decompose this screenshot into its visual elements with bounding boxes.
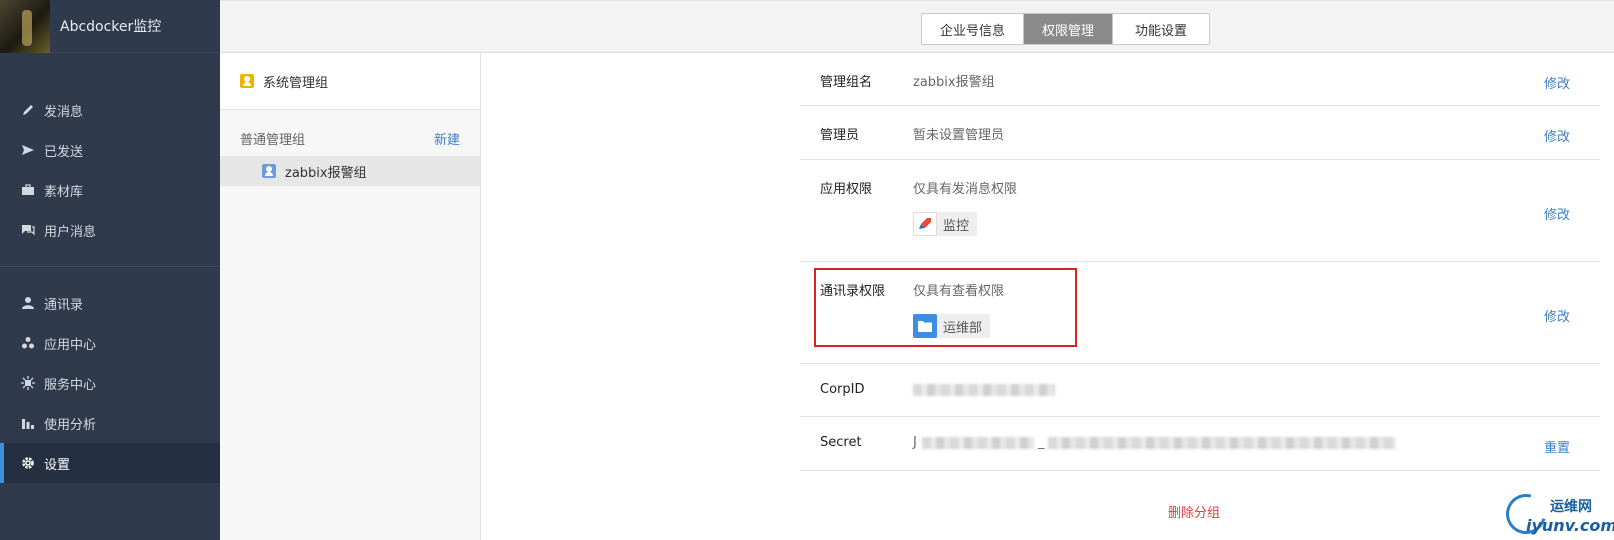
person-icon (20, 295, 36, 311)
department-chip: 运维部 (913, 314, 991, 338)
delete-group-button[interactable]: 删除分组 (1168, 502, 1220, 521)
brand-name: Abcdocker监控 (60, 19, 162, 35)
detail-row-admin: 管理员 暂未设置管理员 修改 (800, 106, 1600, 160)
secret-label: Secret (820, 435, 862, 450)
edit-group-name-button[interactable]: 修改 (1544, 73, 1570, 92)
app-permission-label: 应用权限 (820, 182, 873, 197)
contacts-permission-value: 仅具有查看权限 (913, 284, 1005, 299)
reset-secret-button[interactable]: 重置 (1544, 437, 1570, 456)
secret-value-blurred (922, 437, 1034, 449)
sidebar-item-user-messages[interactable]: 用户消息 (0, 210, 220, 250)
pencil-icon (20, 102, 36, 118)
admin-value: 暂未设置管理员 (913, 128, 1005, 143)
sidebar-item-label: 应用中心 (44, 337, 97, 353)
tab-enterprise-info[interactable]: 企业号信息 (922, 14, 1025, 44)
gear-icon (20, 455, 36, 471)
edit-contacts-permission-button[interactable]: 修改 (1544, 306, 1570, 325)
app-chip: 监控 (913, 212, 978, 236)
contacts-permission-label: 通讯录权限 (820, 284, 886, 299)
detail-row-secret: Secret J _ 重置 (800, 417, 1600, 471)
tab-permission-management[interactable]: 权限管理 (1024, 14, 1114, 44)
new-group-button[interactable]: 新建 (434, 129, 460, 148)
sidebar-item-usage-analysis[interactable]: 使用分析 (0, 403, 220, 443)
secret-value-blurred-2 (1048, 437, 1396, 449)
department-chip-label: 运维部 (943, 320, 983, 336)
admin-label: 管理员 (820, 128, 860, 143)
normal-group-label: 普通管理组 (240, 132, 306, 148)
detail-row-contacts-permission: 通讯录权限 仅具有查看权限 运维部 修改 (800, 262, 1600, 364)
sidebar-item-label: 已发送 (44, 144, 84, 160)
user-group-icon (262, 164, 276, 178)
sidebar-item-service-center[interactable]: 服务中心 (0, 363, 220, 403)
secret-prefix: J (913, 435, 917, 450)
sidebar-item-label: 发消息 (44, 104, 84, 120)
sidebar-item-label: 通讯录 (44, 297, 84, 313)
sidebar-item-library[interactable]: 素材库 (0, 170, 220, 210)
app-chip-label: 监控 (943, 218, 970, 234)
send-icon (20, 142, 36, 158)
sidebar-item-label: 素材库 (44, 184, 84, 200)
sidebar-item-send-message[interactable]: 发消息 (0, 90, 220, 130)
group-name-label: 管理组名 (820, 75, 873, 90)
group-panel: 系统管理组 普通管理组 新建 zabbix报警组 (220, 53, 481, 540)
service-icon (20, 375, 36, 391)
corpid-label: CorpID (820, 382, 865, 397)
detail-row-corpid: CorpID (800, 364, 1600, 417)
normal-group-header: 普通管理组 新建 (220, 126, 480, 150)
tab-feature-settings[interactable]: 功能设置 (1113, 14, 1209, 44)
system-group-label: 系统管理组 (263, 75, 329, 91)
briefcase-icon (20, 182, 36, 198)
app-permission-value: 仅具有发消息权限 (913, 182, 1018, 197)
edit-admin-button[interactable]: 修改 (1544, 126, 1570, 145)
watermark-line2: iyunv.com (1526, 516, 1614, 535)
bar-chart-icon (20, 415, 36, 431)
sidebar-item-label: 设置 (44, 457, 71, 473)
group-item-zabbix[interactable]: zabbix报警组 (220, 156, 480, 186)
top-bar: 企业号信息 权限管理 功能设置 (220, 0, 1614, 53)
sidebar-item-label: 服务中心 (44, 377, 97, 393)
apps-icon (20, 335, 36, 351)
watermark-line1: 运维网 (1550, 499, 1592, 515)
sidebar-item-app-center[interactable]: 应用中心 (0, 323, 220, 363)
sidebar: Abcdocker监控 发消息 已发送 素材库 用户消息 通讯录 应用中心 服务… (0, 0, 220, 540)
avatar[interactable] (0, 0, 50, 53)
sidebar-item-contacts[interactable]: 通讯录 (0, 283, 220, 323)
group-item-label: zabbix报警组 (285, 165, 367, 181)
sidebar-item-sent[interactable]: 已发送 (0, 130, 220, 170)
corpid-value-blurred (913, 384, 1055, 396)
tab-bar: 企业号信息 权限管理 功能设置 (921, 13, 1211, 45)
edit-app-permission-button[interactable]: 修改 (1544, 204, 1570, 223)
nav-group-messages: 发消息 已发送 素材库 用户消息 (0, 53, 220, 250)
chat-icon (20, 222, 36, 238)
sidebar-item-label: 使用分析 (44, 417, 97, 433)
brand: Abcdocker监控 (0, 0, 220, 53)
folder-icon (913, 314, 937, 338)
system-admin-group[interactable]: 系统管理组 (220, 53, 480, 110)
sidebar-item-label: 用户消息 (44, 224, 97, 240)
sidebar-item-settings[interactable]: 设置 (0, 443, 220, 483)
group-name-value: zabbix报警组 (913, 75, 995, 90)
watermark: 运维网 iyunv.com (1498, 486, 1614, 540)
secret-separator: _ (1038, 435, 1045, 450)
admin-group-icon (240, 74, 254, 88)
rocket-icon (913, 212, 937, 236)
nav-group-management: 通讯录 应用中心 服务中心 使用分析 设置 (0, 266, 220, 483)
group-details: 管理组名 zabbix报警组 修改 管理员 暂未设置管理员 修改 应用权限 仅具… (800, 53, 1600, 471)
detail-row-group-name: 管理组名 zabbix报警组 修改 (800, 53, 1600, 106)
detail-row-app-permission: 应用权限 仅具有发消息权限 监控 修改 (800, 160, 1600, 262)
